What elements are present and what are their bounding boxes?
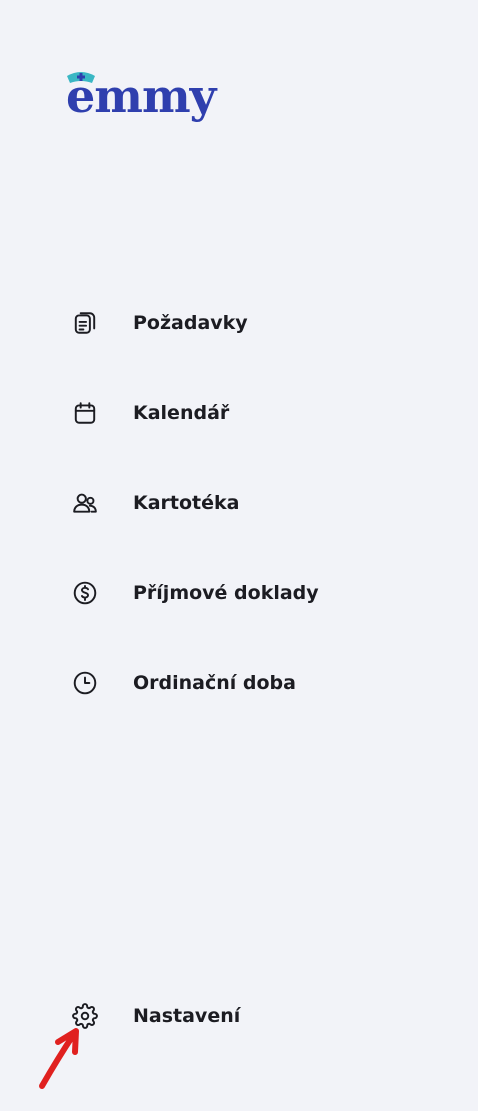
logo-text: emmy [66, 69, 216, 123]
nav-label: Kartotéka [133, 492, 240, 514]
nav-item-prijmove-doklady[interactable]: Příjmové doklady [60, 568, 380, 618]
nav-item-pozadavky[interactable]: Požadavky [60, 298, 380, 348]
red-arrow-icon [39, 1028, 79, 1089]
nav-label: Ordinační doba [133, 672, 296, 694]
nav-label: Požadavky [133, 312, 248, 334]
patients-icon [60, 478, 110, 528]
nav-label: Kalendář [133, 402, 230, 424]
app-logo[interactable]: emmy [66, 66, 236, 126]
clock-icon [60, 658, 110, 708]
nav-item-kalendar[interactable]: Kalendář [60, 388, 380, 438]
nav-item-ordinacni-doba[interactable]: Ordinační doba [60, 658, 380, 708]
nav-label: Nastavení [133, 1005, 241, 1027]
dollar-circle-icon [60, 568, 110, 618]
nav-item-nastaveni[interactable]: Nastavení [60, 991, 380, 1041]
document-stack-icon [60, 298, 110, 348]
calendar-icon [60, 388, 110, 438]
nav-label: Příjmové doklady [133, 582, 319, 604]
nav-item-kartoteka[interactable]: Kartotéka [60, 478, 380, 528]
